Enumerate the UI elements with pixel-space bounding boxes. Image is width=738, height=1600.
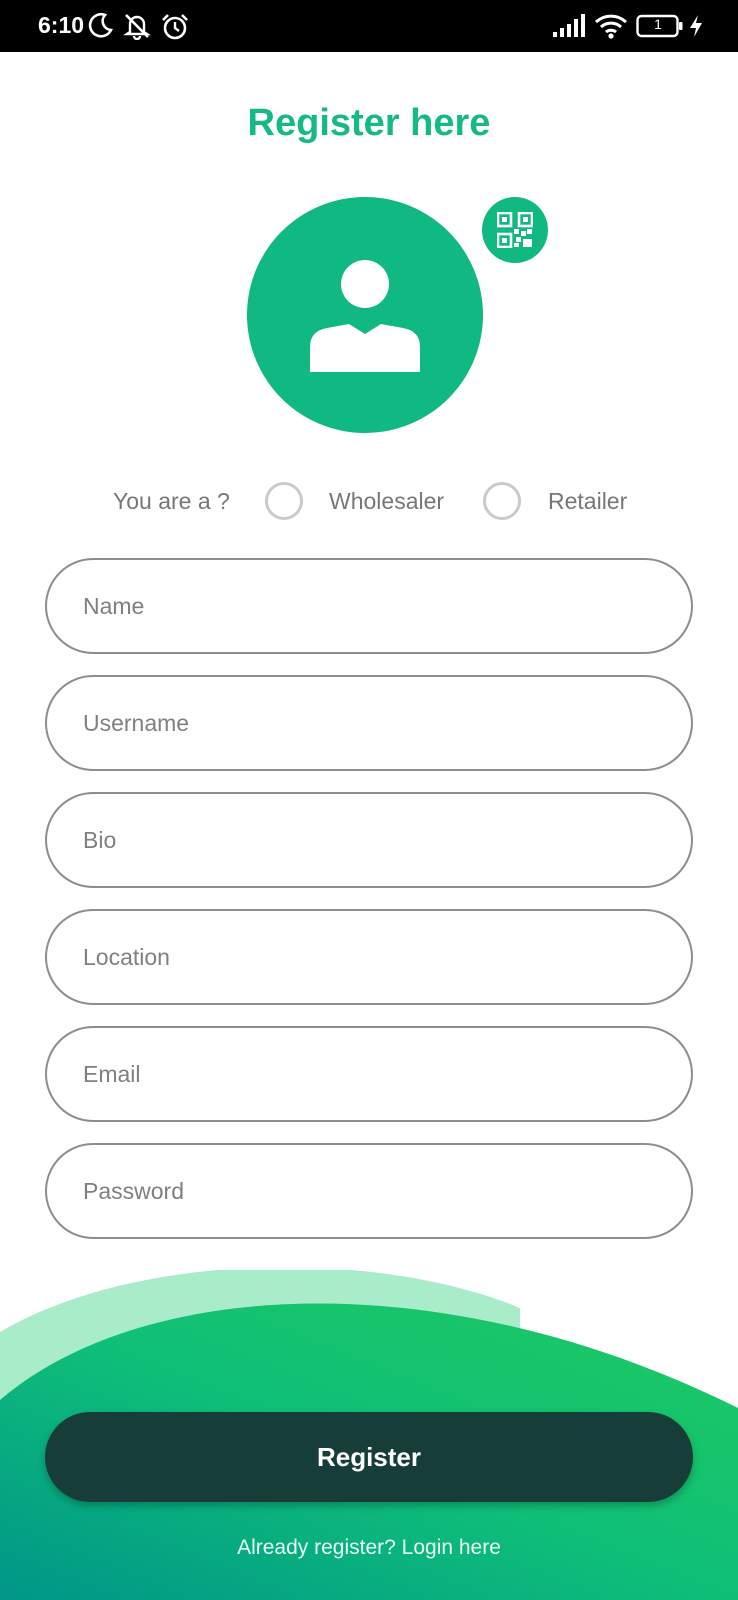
status-time: 6:10	[38, 12, 85, 38]
radio-wholesaler-label[interactable]: Wholesaler	[329, 488, 444, 515]
role-selector: You are a ? Wholesaler Retailer	[0, 480, 738, 520]
moon-icon	[88, 13, 113, 38]
location-input[interactable]	[83, 911, 653, 1003]
username-field[interactable]	[45, 675, 693, 771]
location-field[interactable]	[45, 909, 693, 1005]
battery-level: 1	[654, 16, 662, 32]
login-link[interactable]: Already register? Login here	[0, 1536, 738, 1560]
qr-scan-button[interactable]	[482, 197, 548, 263]
avatar[interactable]	[247, 197, 483, 433]
qr-code-icon	[497, 212, 533, 248]
username-input[interactable]	[83, 677, 653, 769]
radio-wholesaler[interactable]	[265, 482, 303, 520]
bio-input[interactable]	[83, 794, 653, 886]
password-input[interactable]	[83, 1145, 653, 1237]
page-title: Register here	[247, 102, 491, 144]
alarm-icon	[162, 14, 188, 40]
name-field[interactable]	[45, 558, 693, 654]
charging-icon	[690, 15, 702, 37]
wifi-icon	[594, 14, 628, 39]
radio-retailer-label[interactable]: Retailer	[548, 488, 627, 515]
person-icon	[310, 260, 420, 372]
register-button[interactable]: Register	[45, 1412, 693, 1502]
bio-field[interactable]	[45, 792, 693, 888]
radio-retailer[interactable]	[483, 482, 521, 520]
password-field[interactable]	[45, 1143, 693, 1239]
email-field[interactable]	[45, 1026, 693, 1122]
signal-icon	[553, 14, 585, 37]
status-bar: 6:10 1	[0, 0, 738, 52]
email-input[interactable]	[83, 1028, 653, 1120]
role-label: You are a ?	[113, 488, 230, 514]
name-input[interactable]	[83, 560, 653, 652]
register-screen: 6:10 1 Register here You are a ? Wholesa…	[0, 0, 738, 1600]
notifications-muted-icon	[123, 14, 151, 40]
